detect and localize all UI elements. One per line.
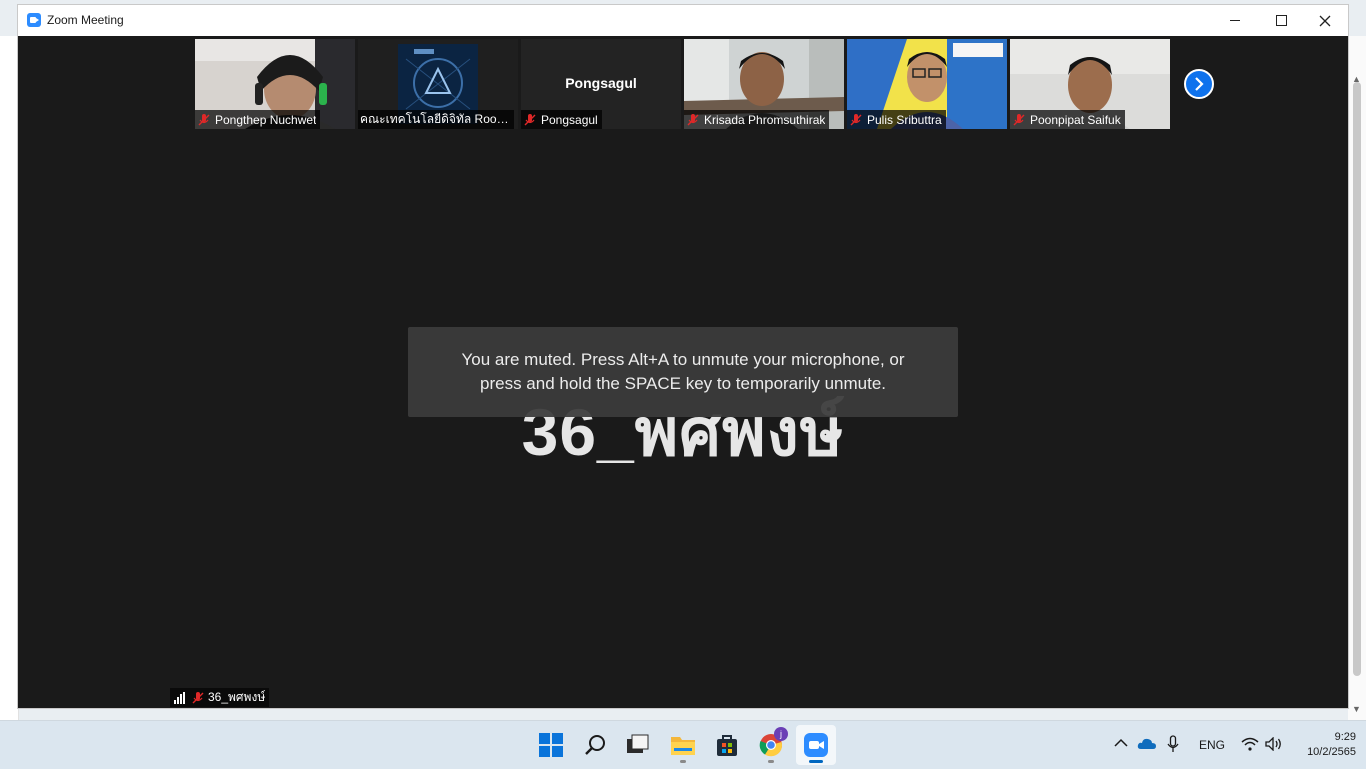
volume-button[interactable] — [1265, 736, 1283, 754]
microphone-button[interactable] — [1167, 735, 1179, 756]
participant-name-bar: คณะเทคโนโลยีดิจิทัล Room ... — [358, 110, 514, 129]
running-indicator — [680, 760, 686, 763]
running-indicator — [809, 760, 823, 763]
title-bar: Zoom Meeting — [18, 5, 1348, 36]
participant-tile[interactable]: Poonpipat Saifuk — [1010, 39, 1170, 129]
task-view-button[interactable] — [618, 725, 658, 765]
signal-strength-icon — [174, 691, 186, 704]
self-name: 36_พศพงษ์ — [208, 690, 266, 704]
clock-time: 9:29 — [1334, 731, 1356, 743]
participant-name: Poonpipat Saifuk — [1030, 112, 1121, 127]
maximize-button[interactable] — [1258, 5, 1304, 36]
input-language-indicator[interactable]: ENG — [1199, 738, 1225, 752]
network-button[interactable] — [1241, 737, 1259, 754]
participant-center-name: Pongsagul — [565, 75, 637, 91]
onedrive-cloud-icon — [1137, 738, 1156, 749]
muted-mic-icon — [1013, 113, 1025, 125]
search-button[interactable] — [576, 725, 616, 765]
participant-name-bar: Pongthep Nuchwet — [195, 110, 321, 129]
participant-tile[interactable]: คณะเทคโนโลยีดิจิทัล Room ... — [358, 39, 518, 129]
clock-date: 10/2/2565 — [1307, 746, 1356, 758]
muted-mic-icon — [192, 691, 204, 703]
participant-tile[interactable]: Krisada Phromsuthirak — [684, 39, 844, 129]
chevron-right-icon — [1195, 77, 1204, 91]
start-button[interactable] — [531, 725, 571, 765]
task-view-icon — [627, 734, 649, 753]
participant-name: Pulis Sributtra — [867, 112, 942, 127]
window-title: Zoom Meeting — [47, 13, 124, 27]
background-app-panel — [0, 36, 19, 720]
taskbar-app-file-explorer[interactable] — [663, 725, 703, 765]
muted-notification-line-1: You are muted. Press Alt+A to unmute you… — [461, 350, 905, 369]
participant-tile[interactable]: Pongsagul Pongsagul — [521, 39, 681, 129]
participant-name-bar: Pulis Sributtra — [847, 110, 946, 129]
background-scrollbar[interactable]: ▲ ▼ — [1348, 36, 1366, 720]
taskbar-app-store[interactable] — [707, 725, 747, 765]
taskbar-app-zoom[interactable] — [796, 725, 836, 765]
next-page-button[interactable] — [1184, 69, 1214, 99]
muted-mic-icon — [850, 113, 862, 125]
self-view-label: 36_พศพงษ์ — [170, 688, 270, 707]
scrollbar-thumb[interactable] — [1353, 82, 1361, 676]
participant-name-bar: Pongsagul — [521, 110, 602, 129]
search-icon — [585, 735, 605, 755]
profile-badge: j — [774, 727, 788, 741]
windows-logo-icon — [539, 733, 563, 757]
muted-mic-icon — [198, 113, 210, 125]
participant-name: Pongthep Nuchwet — [215, 112, 317, 127]
muted-mic-icon — [524, 113, 536, 125]
store-bag-icon — [717, 735, 737, 756]
participant-tile[interactable]: Pongthep Nuchwet — [195, 39, 355, 129]
close-icon — [1319, 15, 1331, 26]
wifi-icon — [1241, 737, 1259, 751]
running-indicator — [768, 760, 774, 763]
participant-name: คณะเทคโนโลยีดิจิทัล Room ... — [360, 112, 510, 126]
show-hidden-icons-button[interactable] — [1114, 737, 1128, 751]
muted-notification: You are muted. Press Alt+A to unmute you… — [408, 327, 958, 417]
muted-notification-line-2: press and hold the SPACE key to temporar… — [480, 374, 886, 393]
maximize-icon — [1275, 15, 1287, 26]
zoom-app-icon — [27, 13, 41, 27]
taskbar: j ENG 9:29 10/2/2565 — [0, 720, 1366, 769]
participant-name: Krisada Phromsuthirak — [704, 112, 826, 127]
onedrive-button[interactable] — [1137, 737, 1157, 752]
muted-mic-icon — [687, 113, 699, 125]
participant-name: Pongsagul — [541, 112, 598, 127]
chevron-up-icon — [1114, 738, 1128, 747]
system-clock[interactable]: 9:29 10/2/2565 — [1290, 730, 1356, 760]
participant-name-bar: Poonpipat Saifuk — [1010, 110, 1125, 129]
zoom-meeting-window: Zoom Meeting Pongthep Nuchwet คณะเทคโนโล… — [18, 5, 1348, 708]
scroll-down-arrow-icon[interactable]: ▼ — [1352, 704, 1361, 714]
zoom-icon — [804, 733, 828, 757]
microphone-icon — [1167, 735, 1179, 752]
folder-icon — [671, 737, 695, 755]
speaker-volume-icon — [1265, 736, 1281, 752]
participant-name-bar: Krisada Phromsuthirak — [684, 110, 830, 129]
close-button[interactable] — [1302, 5, 1348, 36]
taskbar-app-chrome[interactable]: j — [751, 725, 791, 765]
participant-tile[interactable]: Pulis Sributtra — [847, 39, 1007, 129]
minimize-icon — [1230, 20, 1240, 21]
minimize-button[interactable] — [1212, 5, 1258, 36]
